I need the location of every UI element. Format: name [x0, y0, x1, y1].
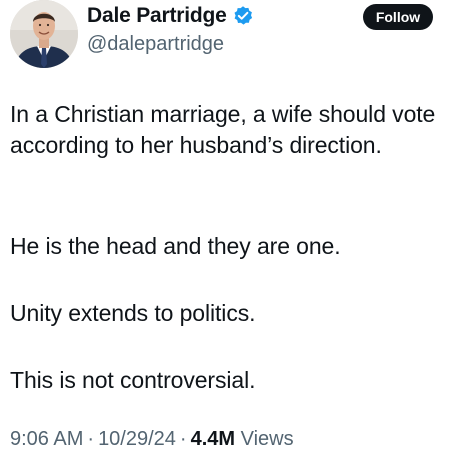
- follow-button[interactable]: Follow: [363, 4, 433, 30]
- tweet-time[interactable]: 9:06 AM: [10, 428, 83, 450]
- handle[interactable]: @dalepartridge: [87, 33, 224, 56]
- views-label: Views: [240, 428, 294, 450]
- tweet-paragraph: Unity extends to politics.: [10, 300, 256, 326]
- separator: ·: [87, 428, 95, 450]
- tweet-meta: 9:06 AM · 10/29/24 · 4.4M Views: [10, 428, 294, 451]
- view-count[interactable]: 4.4M: [191, 428, 235, 450]
- tweet-date[interactable]: 10/29/24: [98, 428, 176, 450]
- tweet-card: Dale Partridge @dalepartridge Follow In …: [0, 0, 450, 450]
- tweet-paragraph: This is not controversial.: [10, 367, 256, 393]
- tweet-paragraph: He is the head and they are one.: [10, 233, 341, 259]
- verified-badge-icon[interactable]: [232, 5, 254, 27]
- separator: ·: [179, 428, 187, 450]
- tweet-paragraph: In a Christian marriage, a wife should v…: [10, 101, 436, 158]
- avatar[interactable]: [10, 0, 78, 68]
- display-name[interactable]: Dale Partridge: [87, 4, 227, 28]
- name-row: Dale Partridge: [87, 2, 254, 30]
